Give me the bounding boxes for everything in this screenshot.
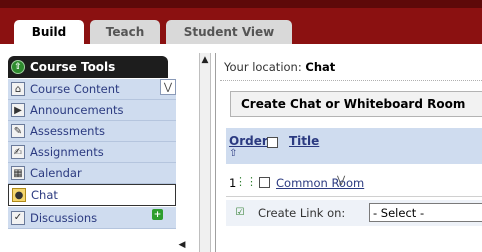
order-column-header[interactable]: Order <box>229 134 268 148</box>
assignment-icon: ✍ <box>11 145 25 159</box>
link-icon: ☑ <box>235 206 245 218</box>
course-tools-header[interactable]: ⇧ Course Tools <box>8 56 168 78</box>
sidebar-item-label: Calendar <box>30 166 82 180</box>
tab-teach[interactable]: Teach <box>90 20 160 44</box>
drag-handle-icon[interactable]: ⋮⋮ <box>235 174 257 188</box>
scroll-up-icon[interactable]: ▲ <box>200 55 210 65</box>
tab-student-view[interactable]: Student View <box>166 20 292 44</box>
breadcrumb-current: Chat <box>305 60 336 74</box>
sidebar-item-calendar[interactable]: ▦ Calendar <box>8 163 176 184</box>
collapse-left-icon[interactable]: ◀ <box>178 240 186 250</box>
collapse-circle-icon[interactable]: ⇧ <box>11 60 25 74</box>
banner-stripe <box>0 0 482 8</box>
sidebar-item-discussions[interactable]: ✓ Discussions <box>8 207 176 229</box>
breadcrumb: Your location: Chat <box>224 60 335 74</box>
assessment-icon: ✎ <box>11 124 25 138</box>
row-checkbox[interactable] <box>259 177 270 188</box>
chevron-down-icon[interactable]: ⋁ <box>160 79 176 95</box>
sort-up-icon[interactable]: ⇧ <box>229 148 237 159</box>
chat-icon: ● <box>12 188 26 202</box>
panel-divider <box>215 53 216 252</box>
sidebar-item-course-content[interactable]: ⌂ Course Content <box>8 79 176 100</box>
vertical-scrollbar[interactable] <box>199 53 211 252</box>
sidebar-item-chat[interactable]: ● Chat <box>8 184 176 206</box>
sidebar-item-assessments[interactable]: ✎ Assessments <box>8 121 176 142</box>
row-divider <box>226 196 482 197</box>
create-chat-room-button[interactable]: Create Chat or Whiteboard Room <box>230 91 482 117</box>
calendar-icon: ▦ <box>11 166 25 180</box>
create-link-select[interactable]: - Select - <box>369 203 482 222</box>
row-title-link[interactable]: Common Room <box>276 176 364 190</box>
discussions-icon: ✓ <box>11 210 25 225</box>
divider <box>220 80 482 81</box>
row-menu-icon[interactable]: ⋁ <box>337 175 345 186</box>
breadcrumb-prefix: Your location: <box>224 60 302 74</box>
course-tools-title: Course Tools <box>30 60 116 74</box>
sidebar-item-label: Assessments <box>30 124 105 138</box>
select-all-checkbox[interactable] <box>267 137 278 148</box>
title-column-header[interactable]: Title <box>289 134 319 148</box>
create-link-label: Create Link on: <box>258 206 346 220</box>
tab-build[interactable]: Build <box>14 20 84 44</box>
sidebar-item-label: Chat <box>31 188 58 202</box>
sidebar-item-announcements[interactable]: ▶ Announcements <box>8 100 176 121</box>
add-icon[interactable]: + <box>152 209 163 220</box>
home-icon: ⌂ <box>11 82 25 96</box>
sidebar-item-label: Discussions <box>30 210 98 225</box>
sidebar-item-assignments[interactable]: ✍ Assignments <box>8 142 176 163</box>
sidebar-item-label: Course Content <box>30 82 120 96</box>
sidebar-item-label: Announcements <box>30 103 124 117</box>
megaphone-icon: ▶ <box>11 103 25 117</box>
sidebar-item-label: Assignments <box>30 145 104 159</box>
